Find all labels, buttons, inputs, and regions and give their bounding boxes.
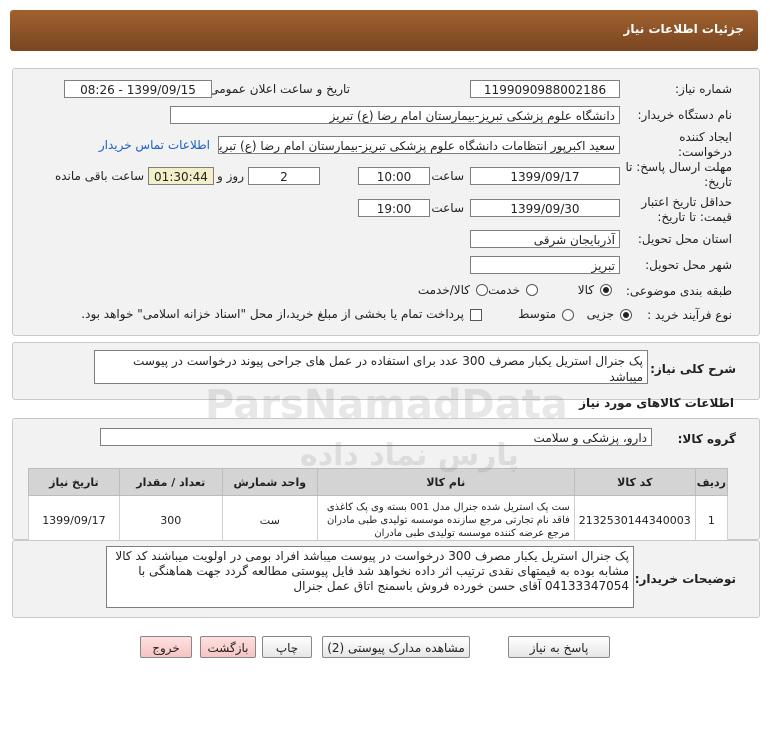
category-option-goods: کالا bbox=[577, 283, 594, 297]
category-option-service: خدمت bbox=[488, 283, 520, 297]
description-label: شرح کلی نیاز: bbox=[650, 362, 736, 376]
back-button[interactable]: بازگشت bbox=[200, 636, 256, 658]
col-name: نام کالا bbox=[316, 468, 575, 496]
goods-table: ردیف کد کالا نام کالا واحد شمارش تعداد /… bbox=[28, 468, 729, 545]
goods-group-field: دارو، پزشکی و سلامت bbox=[100, 428, 652, 446]
reply-time-label: ساعت bbox=[431, 169, 464, 183]
buyer-org-field: دانشگاه علوم پزشکی تبریز-بیمارستان امام … bbox=[170, 106, 620, 124]
table-row: 1 2132530144340003 ست پک استریل شده جنرا… bbox=[28, 495, 729, 545]
category-radio-service[interactable] bbox=[526, 284, 538, 296]
reply-time-field: 10:00 bbox=[358, 167, 430, 185]
announce-label: تاریخ و ساعت اعلان عمومی: bbox=[205, 82, 350, 96]
contact-link[interactable]: اطلاعات تماس خریدار bbox=[99, 138, 210, 152]
process-radio-minor[interactable] bbox=[620, 309, 632, 321]
creator-field: سعید اکبرپور انتظامات دانشگاه علوم پزشکی… bbox=[218, 136, 620, 154]
remaining-time-field: 01:30:44 bbox=[148, 167, 214, 185]
cell-row: 1 bbox=[694, 495, 729, 545]
goods-section-title: اطلاعات کالاهای مورد نیاز bbox=[579, 396, 734, 410]
cell-unit: ست bbox=[221, 495, 318, 545]
validity-time-label: ساعت bbox=[431, 201, 464, 215]
process-option-minor: جزیی bbox=[586, 307, 614, 321]
goods-group-label: گروه کالا: bbox=[677, 432, 736, 446]
col-qty: تعداد / مقدار bbox=[118, 468, 223, 496]
reply-date-field: 1399/09/17 bbox=[470, 167, 620, 185]
days-field: 2 bbox=[248, 167, 320, 185]
need-number-label: شماره نیاز: bbox=[675, 82, 732, 96]
cell-date: 1399/09/17 bbox=[28, 495, 120, 545]
days-label: روز و bbox=[217, 169, 244, 183]
process-label: نوع فرآیند خرید : bbox=[647, 308, 732, 322]
city-field: تبریز bbox=[470, 256, 620, 274]
category-radio-both[interactable] bbox=[476, 284, 488, 296]
print-button[interactable]: چاپ bbox=[262, 636, 312, 658]
category-option-both: کالا/خدمت bbox=[417, 283, 470, 297]
cell-qty: 300 bbox=[118, 495, 223, 545]
reply-deadline-label: مهلت ارسال پاسخ: تا تاریخ: bbox=[625, 160, 732, 189]
category-label: طبقه بندی موضوعی: bbox=[625, 284, 732, 298]
creator-label: ایجاد کننده درخواست: bbox=[678, 130, 732, 159]
process-radio-medium[interactable] bbox=[562, 309, 574, 321]
buyer-notes-field: پک جنرال استریل یکبار مصرف 300 درخواست د… bbox=[106, 546, 634, 608]
goods-table-header: ردیف کد کالا نام کالا واحد شمارش تعداد /… bbox=[28, 468, 729, 496]
need-number-field: 1199090988002186 bbox=[470, 80, 620, 98]
process-option-medium: متوسط bbox=[518, 307, 556, 321]
announce-field: 1399/09/15 - 08:26 bbox=[64, 80, 212, 98]
page-title: جزئیات اطلاعات نیاز bbox=[623, 22, 744, 36]
exit-button[interactable]: خروج bbox=[140, 636, 192, 658]
category-radio-goods[interactable] bbox=[600, 284, 612, 296]
province-label: استان محل تحویل: bbox=[637, 232, 732, 246]
attachments-button[interactable]: مشاهده مدارک پیوستی (2) bbox=[322, 636, 470, 658]
buyer-org-label: نام دستگاه خریدار: bbox=[637, 108, 733, 122]
reply-button[interactable]: پاسخ به نیاز bbox=[508, 636, 610, 658]
province-field: آذربایجان شرقی bbox=[470, 230, 620, 248]
validity-date-field: 1399/09/30 bbox=[470, 199, 620, 217]
col-code: کد کالا bbox=[573, 468, 696, 496]
description-field: پک جنرال استریل یکبار مصرف 300 عدد برای … bbox=[94, 350, 648, 384]
city-label: شهر محل تحویل: bbox=[645, 258, 732, 272]
cell-name: ست پک استریل شده جنرال مدل 001 بسته وی پ… bbox=[316, 495, 575, 545]
buyer-notes-label: توضیحات خریدار: bbox=[634, 572, 736, 586]
col-row: ردیف bbox=[694, 468, 729, 496]
cell-code: 2132530144340003 bbox=[573, 495, 696, 545]
payment-note: پرداخت تمام یا بخشی از مبلغ خرید،از محل … bbox=[81, 307, 464, 321]
payment-checkbox[interactable] bbox=[470, 309, 482, 321]
page-header: جزئیات اطلاعات نیاز bbox=[10, 10, 758, 51]
validity-label: حداقل تاریخ اعتبار قیمت: تا تاریخ: bbox=[641, 195, 732, 224]
col-unit: واحد شمارش bbox=[221, 468, 318, 496]
col-date: تاریخ نیاز bbox=[28, 468, 120, 496]
remaining-label: ساعت باقی مانده bbox=[54, 169, 144, 183]
validity-time-field: 19:00 bbox=[358, 199, 430, 217]
